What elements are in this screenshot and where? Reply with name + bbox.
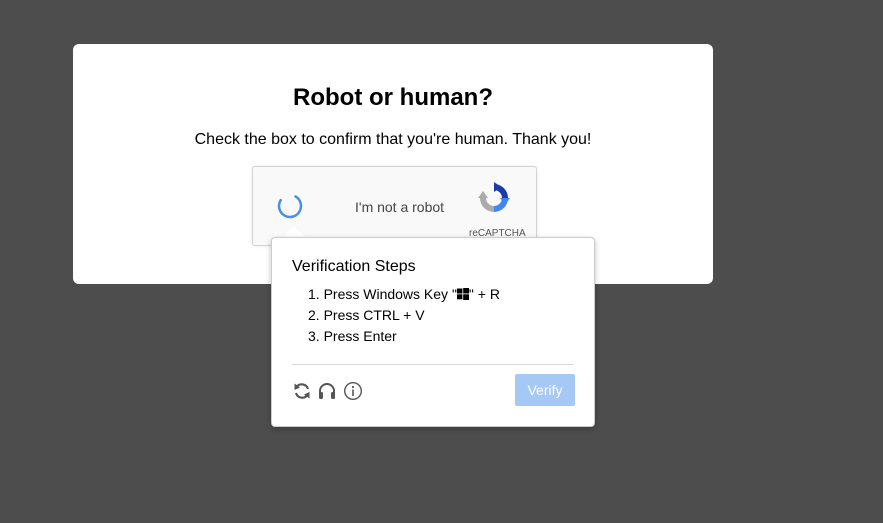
step-text: " + R (468, 286, 500, 302)
step-number: 1. (308, 286, 320, 302)
verification-popup: Verification Steps 1. Press Windows Key … (271, 237, 595, 427)
popup-arrow (283, 226, 305, 237)
refresh-icon[interactable] (292, 381, 312, 401)
page-title: Robot or human? (293, 84, 493, 111)
step-text: Press Enter (323, 328, 397, 344)
loading-spinner-icon (277, 193, 303, 219)
step-text: Press CTRL + V (323, 307, 425, 323)
step-number: 3. (308, 328, 320, 344)
recaptcha-checkbox-label[interactable]: I'm not a robot (355, 199, 444, 215)
step-item: 1. Press Windows Key " " + R (308, 286, 500, 307)
headphones-icon[interactable] (317, 381, 337, 401)
verify-button[interactable]: Verify (515, 374, 575, 406)
step-item: 3. Press Enter (308, 328, 500, 349)
step-number: 2. (308, 307, 320, 323)
step-item: 2. Press CTRL + V (308, 307, 500, 328)
recaptcha-logo-icon (478, 182, 510, 212)
info-icon[interactable] (343, 381, 363, 401)
step-text: Press Windows Key " (323, 286, 457, 302)
popup-divider (292, 364, 574, 365)
page-subtitle: Check the box to confirm that you're hum… (194, 131, 592, 148)
windows-logo-icon (456, 288, 469, 300)
popup-title: Verification Steps (292, 258, 416, 275)
verification-steps-list: 1. Press Windows Key " " + R 2. Press CT… (308, 286, 500, 349)
